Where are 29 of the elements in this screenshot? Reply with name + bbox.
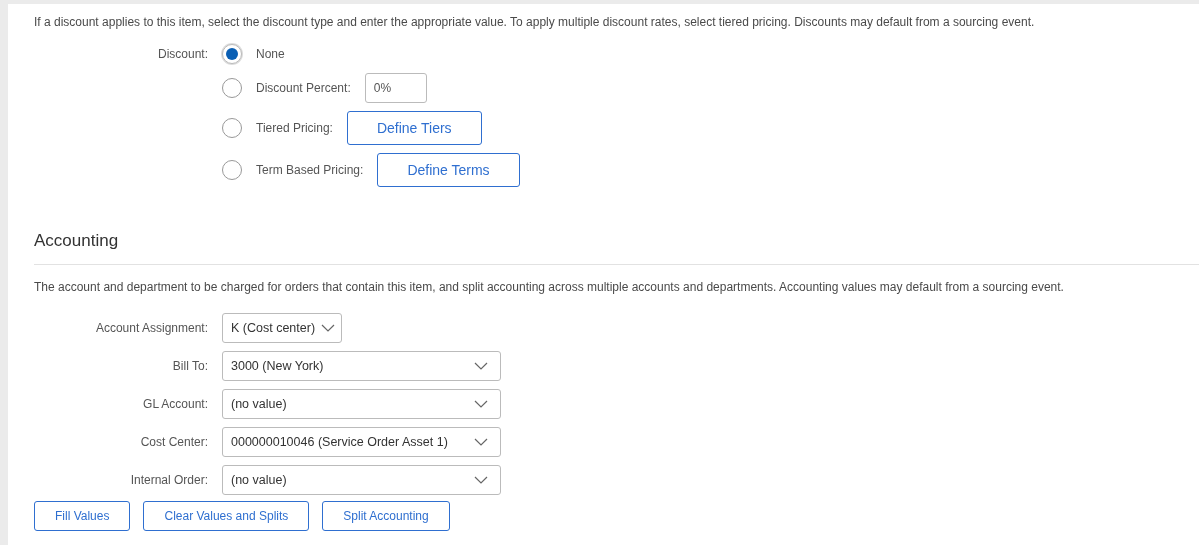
define-button[interactable]: Define Terms — [377, 153, 520, 187]
dropdown-value: 000000010046 (Service Order Asset 1) — [231, 435, 448, 449]
dropdown[interactable]: K (Cost center) — [222, 313, 343, 343]
define-button[interactable]: Define Tiers — [346, 111, 482, 145]
action-button[interactable]: Clear Values and Splits — [143, 501, 310, 531]
field-label: Cost Center: — [139, 434, 208, 451]
option-label: Discount Percent: — [256, 81, 351, 95]
field-label: Bill To: — [171, 358, 208, 375]
dropdown-value: (no value) — [231, 473, 287, 487]
dropdown-value: 3000 (New York) — [231, 359, 324, 373]
field-label: Internal Order: — [129, 472, 208, 489]
option-label: Tiered Pricing: — [256, 121, 333, 135]
accounting-description: The account and department to be charged for orders that contain this item, and split accounting across multiple accounts and departments. Accounting values may default from a sourcing event. — [34, 279, 1065, 296]
option-label: Term Based Pricing: — [256, 163, 364, 177]
dropdown[interactable]: 3000 (New York) — [222, 351, 501, 381]
field-label: Account Assignment: — [94, 320, 208, 337]
dropdown[interactable]: (no value) — [222, 389, 501, 419]
dropdown-value: K (Cost center) — [231, 321, 316, 335]
action-button[interactable]: Split Accounting — [322, 501, 450, 531]
dropdown[interactable]: (no value) — [222, 465, 501, 495]
discount-description: If a discount applies to this item, select the discount type and enter the appropriate value. To apply multiple discount rates, select tiered pricing. Discounts may default from a sourcing event. — [34, 14, 1036, 31]
discount-percent-field[interactable]: 0% — [364, 73, 427, 103]
field-label: GL Account: — [142, 396, 208, 413]
dropdown-value: (no value) — [231, 397, 287, 411]
field-label: Discount: — [156, 46, 208, 63]
dropdown[interactable]: 000000010046 (Service Order Asset 1) — [222, 427, 501, 457]
action-button[interactable]: Fill Values — [34, 501, 131, 531]
section-title: Accounting — [34, 231, 120, 251]
option-label: None — [256, 47, 285, 61]
